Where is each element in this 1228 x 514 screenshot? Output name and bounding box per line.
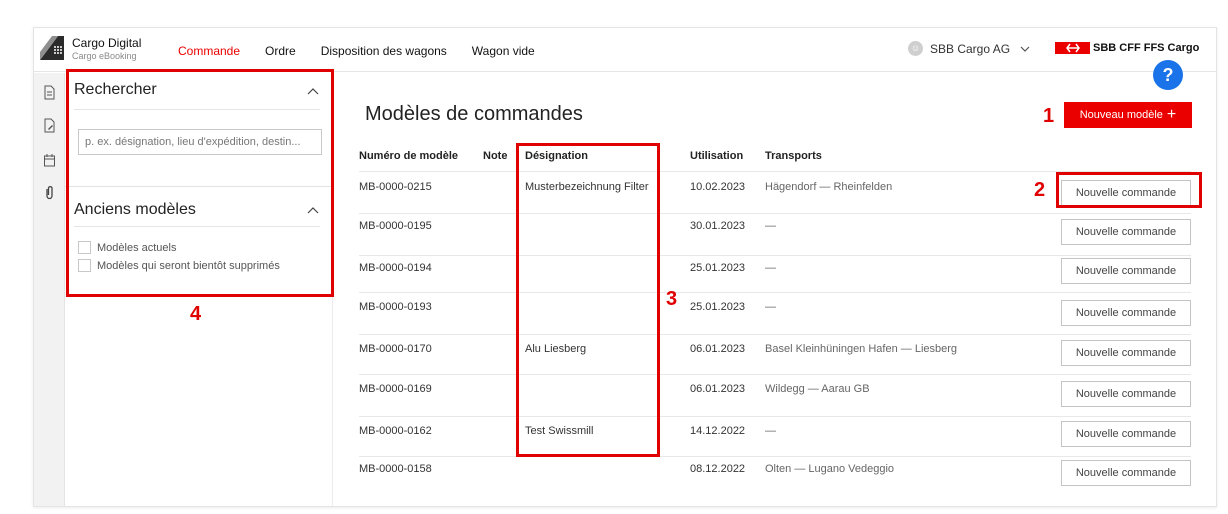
cargo-digital-logo-icon[interactable] xyxy=(38,34,66,62)
cell-transports: Wildegg — Aarau GB xyxy=(765,383,870,395)
page-title: Modèles de commandes xyxy=(365,103,583,125)
column-header-designation[interactable]: Désignation xyxy=(525,150,588,162)
cell-transports: — xyxy=(765,425,776,437)
new-template-label: Nouveau modèle xyxy=(1079,109,1163,121)
cell-number: MB-0000-0193 xyxy=(359,301,432,313)
cell-number: MB-0000-0158 xyxy=(359,463,432,475)
paperclip-icon[interactable] xyxy=(43,185,56,200)
cell-number: MB-0000-0162 xyxy=(359,425,432,437)
column-header-number[interactable]: Numéro de modèle xyxy=(359,150,458,162)
sbb-cargo-logo: SBB CFF FFS Cargo xyxy=(1055,42,1199,54)
user-avatar-icon: ☺ xyxy=(908,41,923,56)
calendar-icon[interactable] xyxy=(43,153,56,168)
cell-designation: Test Swissmill xyxy=(525,425,594,437)
side-rail xyxy=(34,73,65,506)
annotation-number-2: 2 xyxy=(1034,179,1046,201)
brand[interactable]: Cargo Digital Cargo eBooking xyxy=(72,37,141,62)
filter-panel: Rechercher Anciens modèles Modèles actue… xyxy=(65,73,333,506)
search-section-title[interactable]: Rechercher xyxy=(74,81,157,99)
nav-commande[interactable]: Commande xyxy=(178,44,240,58)
new-order-button[interactable]: Nouvelle commande xyxy=(1061,300,1191,326)
cell-number: MB-0000-0169 xyxy=(359,383,432,395)
cell-number: MB-0000-0215 xyxy=(359,181,432,193)
new-template-button[interactable]: Nouveau modèle + xyxy=(1064,102,1192,128)
brand-name: Cargo Digital xyxy=(72,36,142,50)
cell-usage: 08.12.2022 xyxy=(690,463,746,475)
cell-number: MB-0000-0170 xyxy=(359,343,432,355)
chevron-up-icon[interactable] xyxy=(307,87,319,95)
account-menu[interactable]: ☺ SBB Cargo AG xyxy=(908,41,1030,56)
nav-wagon-vide[interactable]: Wagon vide xyxy=(472,44,535,58)
cell-transports: Hägendorf — Rheinfelden xyxy=(765,181,893,193)
cell-designation: Musterbezeichnung Filter xyxy=(525,181,649,193)
app-window: Cargo Digital Cargo eBooking Commande Or… xyxy=(33,27,1217,507)
help-icon[interactable]: ? xyxy=(1153,60,1183,90)
cell-transports: — xyxy=(765,301,776,313)
new-order-button[interactable]: Nouvelle commande xyxy=(1061,258,1191,284)
sbb-arrows-icon xyxy=(1055,42,1090,54)
plus-icon: + xyxy=(1166,106,1177,123)
checkbox[interactable] xyxy=(78,259,91,272)
divider xyxy=(74,226,320,227)
cell-number: MB-0000-0194 xyxy=(359,262,432,274)
column-header-note[interactable]: Note xyxy=(483,150,507,162)
column-header-usage[interactable]: Utilisation xyxy=(690,150,743,162)
brand-subtitle: Cargo eBooking xyxy=(72,51,137,61)
new-order-button[interactable]: Nouvelle commande xyxy=(1061,180,1191,206)
annotation-number-3: 3 xyxy=(666,288,678,310)
divider xyxy=(74,109,320,110)
document-icon[interactable] xyxy=(43,85,56,100)
cell-transports: — xyxy=(765,262,776,274)
document-edit-icon[interactable] xyxy=(43,118,56,133)
cell-transports: — xyxy=(765,220,776,232)
search-input[interactable] xyxy=(78,129,322,155)
cell-transports: Olten — Lugano Vedeggio xyxy=(765,463,895,475)
new-order-button[interactable]: Nouvelle commande xyxy=(1061,219,1191,245)
cell-usage: 06.01.2023 xyxy=(690,343,746,355)
account-name: SBB Cargo AG xyxy=(930,41,1011,56)
annotation-number-1: 1 xyxy=(1043,105,1055,127)
nav-disposition-wagons[interactable]: Disposition des wagons xyxy=(321,44,447,58)
cell-usage: 06.01.2023 xyxy=(690,383,746,395)
cell-transports: Basel Kleinhüningen Hafen — Liesberg xyxy=(765,343,958,355)
cell-usage: 30.01.2023 xyxy=(690,220,746,232)
annotation-number-4: 4 xyxy=(190,303,202,325)
column-header-transports[interactable]: Transports xyxy=(765,150,822,162)
cell-usage: 14.12.2022 xyxy=(690,425,746,437)
nav-ordre[interactable]: Ordre xyxy=(265,44,296,58)
new-order-button[interactable]: Nouvelle commande xyxy=(1061,460,1191,486)
main-nav: Commande Ordre Disposition des wagons Wa… xyxy=(178,44,560,58)
cell-usage: 25.01.2023 xyxy=(690,301,746,313)
divider xyxy=(65,186,333,187)
checkbox[interactable] xyxy=(78,241,91,254)
new-order-button[interactable]: Nouvelle commande xyxy=(1061,421,1191,447)
checkbox-current-models[interactable]: Modèles actuels xyxy=(78,241,177,254)
cell-number: MB-0000-0195 xyxy=(359,220,432,232)
checkbox-label: Modèles qui seront bientôt supprimés xyxy=(97,259,280,272)
cell-usage: 10.02.2023 xyxy=(690,181,746,193)
chevron-up-icon[interactable] xyxy=(307,206,319,214)
checkbox-soon-deleted-models[interactable]: Modèles qui seront bientôt supprimés xyxy=(78,259,280,272)
new-order-button[interactable]: Nouvelle commande xyxy=(1061,340,1191,366)
new-order-button[interactable]: Nouvelle commande xyxy=(1061,381,1191,407)
top-header: Cargo Digital Cargo eBooking Commande Or… xyxy=(34,28,1216,72)
chevron-down-icon xyxy=(1020,46,1030,52)
company-logo-text: SBB CFF FFS Cargo xyxy=(1093,42,1200,54)
old-models-section-title[interactable]: Anciens modèles xyxy=(74,201,196,219)
cell-designation: Alu Liesberg xyxy=(525,343,587,355)
checkbox-label: Modèles actuels xyxy=(97,241,177,254)
cell-usage: 25.01.2023 xyxy=(690,262,746,274)
